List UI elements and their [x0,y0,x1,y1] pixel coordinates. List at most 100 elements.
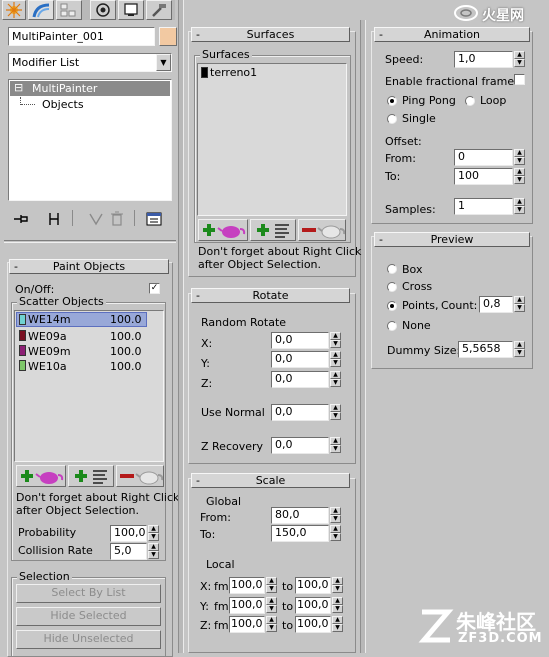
local-x-from-spinner[interactable]: 100,0 ▲ ▼ [229,577,277,594]
spinner-up-icon[interactable]: ▲ [332,577,343,585]
local-z-from-spinner[interactable]: 100,0 ▲ ▼ [229,616,277,633]
spinner-up-icon[interactable]: ▲ [148,525,159,533]
spinner-down-icon[interactable]: ▼ [266,605,277,613]
samples-spinner[interactable]: 1 ▲ ▼ [454,198,525,215]
spinner-up-icon[interactable]: ▲ [330,437,341,445]
utilities-tab[interactable] [146,0,172,20]
spinner-down-icon[interactable]: ▼ [514,304,525,312]
offset-from-spinner[interactable]: 0 ▲ ▼ [454,149,525,166]
hierarchy-tab[interactable] [56,0,82,20]
scale-from-spinner[interactable]: 80,0 ▲ ▼ [271,507,341,524]
select-by-list-button[interactable]: Select By List [16,584,161,603]
remove-surface-button[interactable] [298,219,346,241]
cross-radio[interactable] [387,282,397,292]
object-color-swatch[interactable] [159,27,177,46]
spinner-up-icon[interactable]: ▲ [330,404,341,412]
spinner-up-icon[interactable]: ▲ [514,51,525,59]
list-item[interactable]: WE09a 100.0 [16,329,147,344]
points-radio[interactable] [387,301,397,311]
spinner-down-icon[interactable]: ▼ [330,340,341,348]
stack-item-objects[interactable]: Objects [10,97,170,112]
list-item[interactable]: WE10a 100.0 [16,359,147,374]
remove-object-button[interactable] [116,465,164,487]
box-radio[interactable] [387,264,397,274]
on-off-checkbox[interactable]: ✓ [149,283,160,294]
single-radio[interactable] [387,114,397,124]
speed-spinner[interactable]: 1,0 ▲ ▼ [454,51,525,68]
make-unique-icon[interactable] [88,212,104,226]
spinner-up-icon[interactable]: ▲ [266,616,277,624]
spinner-up-icon[interactable]: ▲ [332,597,343,605]
add-by-list-button[interactable] [68,465,114,487]
modify-tab[interactable] [28,0,54,20]
add-object-button[interactable] [16,465,66,487]
list-item[interactable]: terreno1 [200,66,320,80]
hide-selected-button[interactable]: Hide Selected [16,607,161,626]
animation-header[interactable]: - Animation [374,27,530,42]
count-spinner[interactable]: 0,8 ▲ ▼ [479,296,525,313]
spinner-up-icon[interactable]: ▲ [514,296,525,304]
modifier-list-dropdown[interactable]: Modifier List ▼ [8,53,172,72]
spinner-up-icon[interactable]: ▲ [514,198,525,206]
spinner-up-icon[interactable]: ▲ [514,149,525,157]
list-item[interactable]: WE09m 100.0 [16,344,147,359]
spinner-up-icon[interactable]: ▲ [330,507,341,515]
hide-unselected-button[interactable]: Hide Unselected [16,630,161,649]
spinner-down-icon[interactable]: ▼ [514,206,525,214]
local-y-from-spinner[interactable]: 100,0 ▲ ▼ [229,597,277,614]
spinner-down-icon[interactable]: ▼ [514,176,525,184]
list-item[interactable]: WE14m 100.0 [16,312,147,327]
spinner-down-icon[interactable]: ▼ [332,624,343,632]
add-surface-by-list-button[interactable] [250,219,296,241]
create-tab[interactable] [2,0,26,20]
offset-to-spinner[interactable]: 100 ▲ ▼ [454,168,525,185]
spinner-up-icon[interactable]: ▲ [330,332,341,340]
probability-spinner[interactable]: 100,0 ▲ ▼ [110,525,159,542]
spinner-up-icon[interactable]: ▲ [514,168,525,176]
spinner-down-icon[interactable]: ▼ [330,379,341,387]
local-y-to-spinner[interactable]: 100,0 ▲ ▼ [295,597,343,614]
preview-header[interactable]: - Preview [374,232,530,247]
collision-rate-spinner[interactable]: 5,0 ▲ ▼ [110,543,159,560]
stack-expander-icon[interactable]: ⊟ [14,81,23,94]
spinner-down-icon[interactable]: ▼ [332,605,343,613]
add-surface-button[interactable] [198,219,248,241]
spinner-down-icon[interactable]: ▼ [330,445,341,453]
rotate-header[interactable]: - Rotate [191,288,350,303]
loop-radio[interactable] [465,96,475,106]
spinner-up-icon[interactable]: ▲ [330,525,341,533]
spinner-up-icon[interactable]: ▲ [330,351,341,359]
rotate-z-spinner[interactable]: 0,0 ▲ ▼ [271,371,341,388]
configure-modifier-sets-icon[interactable] [146,211,164,227]
scatter-objects-list[interactable]: WE14m 100.0 WE09a 100.0 WE09m 100.0 WE10… [14,310,164,462]
rotate-x-spinner[interactable]: 0,0 ▲ ▼ [271,332,341,349]
none-radio[interactable] [387,321,397,331]
spinner-down-icon[interactable]: ▼ [266,585,277,593]
dropdown-arrow-icon[interactable]: ▼ [156,54,171,71]
spinner-up-icon[interactable]: ▲ [148,543,159,551]
stack-item-multipainter[interactable]: ⊟ MultiPainter [10,81,170,96]
spinner-down-icon[interactable]: ▼ [266,624,277,632]
local-x-to-spinner[interactable]: 100,0 ▲ ▼ [295,577,343,594]
spinner-down-icon[interactable]: ▼ [330,515,341,523]
fractional-frames-checkbox[interactable] [514,74,525,85]
spinner-up-icon[interactable]: ▲ [330,371,341,379]
spinner-down-icon[interactable]: ▼ [148,533,159,541]
pin-stack-icon[interactable] [12,212,32,226]
surfaces-list[interactable]: terreno1 [197,63,347,216]
object-name-field[interactable]: MultiPainter_001 [8,27,155,46]
use-normal-spinner[interactable]: 0,0 ▲ ▼ [271,404,341,421]
spinner-down-icon[interactable]: ▼ [330,533,341,541]
display-tab[interactable] [118,0,144,20]
remove-modifier-icon[interactable] [110,211,124,226]
spinner-down-icon[interactable]: ▼ [514,59,525,67]
z-recovery-spinner[interactable]: 0,0 ▲ ▼ [271,437,341,454]
spinner-up-icon[interactable]: ▲ [332,616,343,624]
spinner-down-icon[interactable]: ▼ [514,349,525,357]
show-end-result-icon[interactable] [46,212,62,226]
motion-tab[interactable] [90,0,116,20]
ping-pong-radio[interactable] [387,96,397,106]
spinner-down-icon[interactable]: ▼ [514,157,525,165]
spinner-down-icon[interactable]: ▼ [148,551,159,559]
spinner-up-icon[interactable]: ▲ [514,341,525,349]
